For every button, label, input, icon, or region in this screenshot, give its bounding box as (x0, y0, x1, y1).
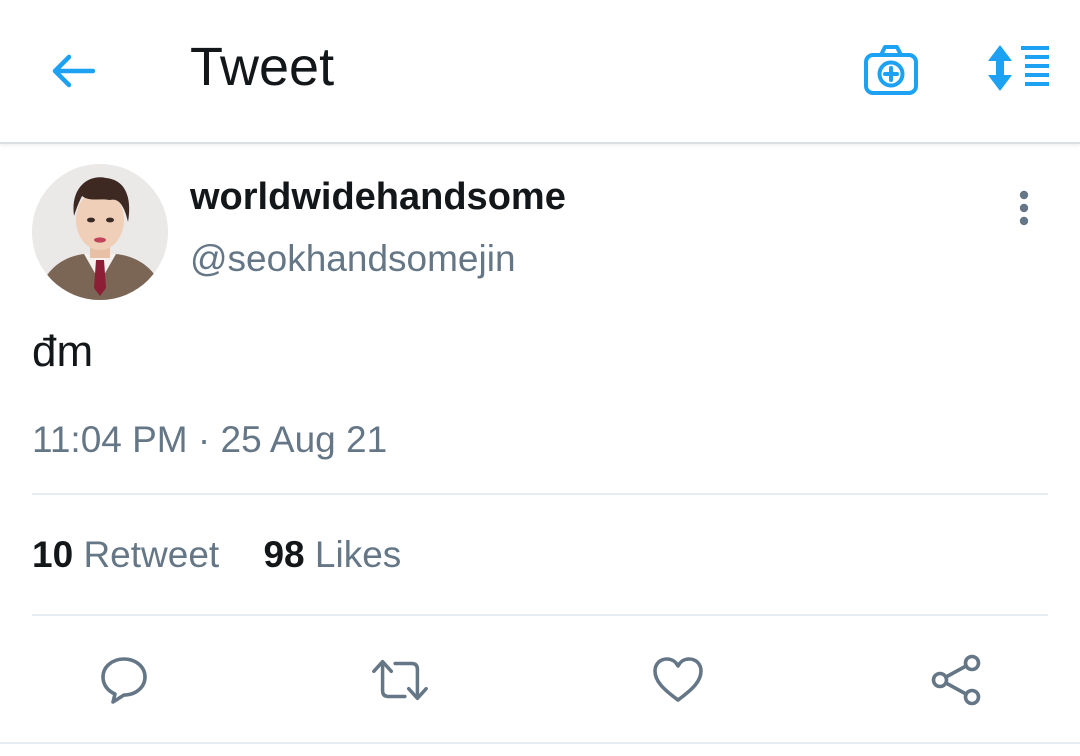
retweet-icon (372, 659, 428, 701)
reply-icon (101, 657, 147, 704)
like-icon (653, 657, 703, 702)
user-handle[interactable]: @seokhandsomejin (190, 238, 516, 280)
reply-button[interactable] (94, 652, 154, 708)
retweet-label: Retweet (83, 534, 220, 575)
profile-photo (32, 164, 168, 300)
camera-plus-icon (864, 45, 918, 95)
tweet-timestamp[interactable]: 11:04 PM · 25 Aug 21 (32, 418, 387, 462)
more-options-button[interactable] (1006, 186, 1042, 230)
sort-list-icon (988, 45, 1049, 91)
divider (32, 493, 1048, 495)
tweet-stats: 10 Retweet 98 Likes (32, 533, 401, 577)
bottom-divider (0, 742, 1080, 744)
tweet-time: 11:04 PM (32, 419, 188, 460)
back-button[interactable] (46, 44, 100, 98)
retweet-count: 10 (32, 534, 74, 575)
sort-button[interactable] (982, 40, 1054, 96)
arrow-left-icon (52, 54, 96, 88)
like-stat[interactable]: 98 Likes (263, 533, 401, 577)
like-label: Likes (314, 534, 402, 575)
tweet-text: đm (32, 327, 94, 376)
vertical-dots-icon (1019, 190, 1029, 226)
like-button[interactable] (648, 652, 708, 708)
page-title: Tweet (190, 37, 335, 97)
top-bar: Tweet (0, 0, 1080, 144)
tweet-date: 25 Aug 21 (220, 419, 388, 460)
display-name[interactable]: worldwidehandsome (190, 176, 566, 218)
divider (32, 614, 1048, 616)
avatar[interactable] (32, 164, 168, 300)
retweet-stat[interactable]: 10 Retweet (32, 533, 219, 577)
camera-button[interactable] (860, 40, 922, 100)
share-icon (931, 654, 981, 706)
timestamp-separator: · (197, 419, 211, 460)
retweet-button[interactable] (370, 652, 430, 708)
like-count: 98 (263, 534, 305, 575)
share-button[interactable] (926, 652, 986, 708)
